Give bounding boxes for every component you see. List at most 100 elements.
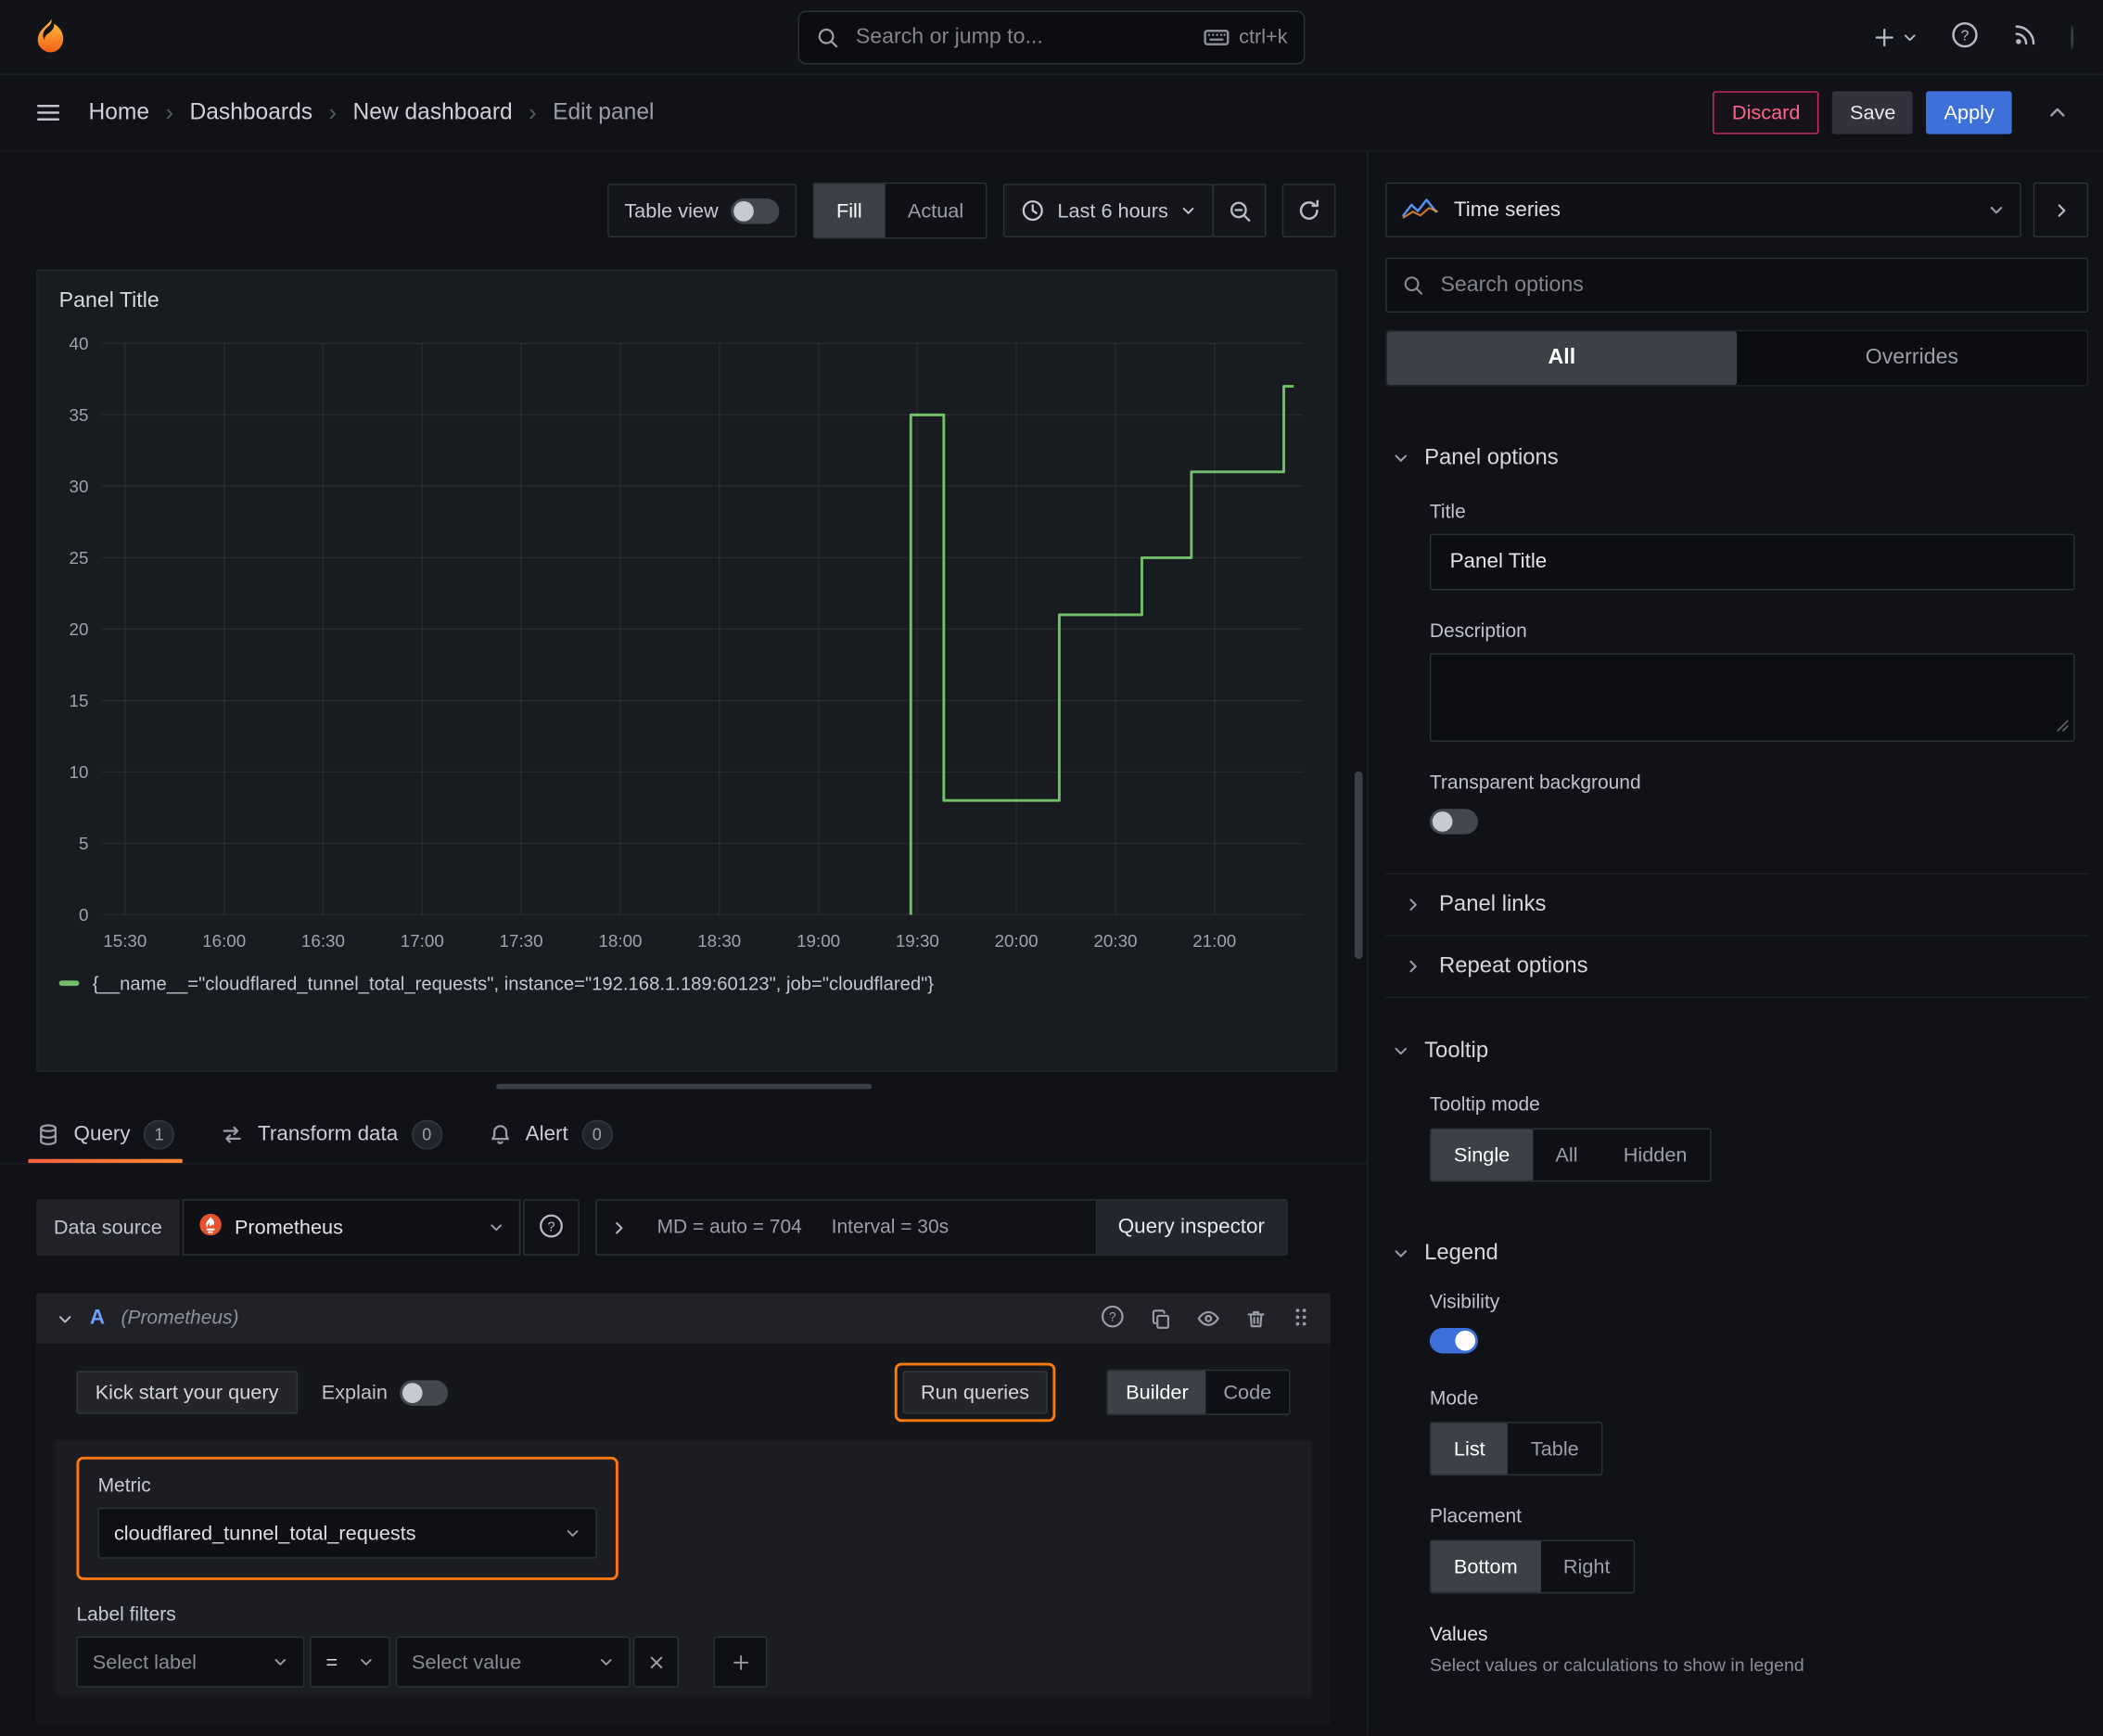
collapse-options-pane-button[interactable] [2033,182,2089,238]
drag-grip-icon [1292,1308,1310,1331]
query-ref-datasource: (Prometheus) [121,1308,239,1330]
tab-query[interactable]: Query 1 [28,1105,184,1164]
svg-text:18:30: 18:30 [697,931,741,951]
drag-query-handle[interactable] [1292,1306,1310,1331]
help-circle-icon: ? [1950,21,1980,54]
tooltip-mode-label: Tooltip mode [1429,1094,1540,1117]
datasource-help-button[interactable]: ? [522,1199,580,1256]
resize-corner-icon[interactable] [2056,715,2069,736]
apply-button[interactable]: Apply [1926,91,2012,134]
description-field[interactable] [1429,653,2075,742]
grafana-logo-icon[interactable] [30,16,71,57]
panel-title-input[interactable] [1447,548,2058,576]
operator-dropdown[interactable]: = [310,1636,390,1688]
tab-transform-data[interactable]: Transform data 0 [221,1105,442,1163]
options-search[interactable] [1385,257,2089,313]
chevron-down-icon [273,1653,288,1669]
hide-query-button[interactable] [1196,1307,1220,1331]
panel-links-section-header[interactable]: Panel links [1385,874,2089,937]
help-button[interactable]: ? [1950,20,1980,54]
breadcrumb-new-dashboard[interactable]: New dashboard [352,99,512,126]
fill-option[interactable]: Fill [813,184,886,238]
breadcrumb-bar: Home › Dashboards › New dashboard › Edit… [0,75,2103,152]
select-label-dropdown[interactable]: Select label [76,1636,305,1688]
panel-preview: Panel Title 15:30 16:00 16:30 17:00 17:30 18:… [36,269,1338,1072]
legend-placement-bottom[interactable]: Bottom [1431,1540,1541,1592]
run-queries-button[interactable]: Run queries [901,1371,1049,1414]
delete-query-button[interactable] [1244,1308,1268,1331]
chevron-down-icon[interactable] [57,1309,74,1327]
options-search-input[interactable] [1437,271,2072,299]
tooltip-section-header[interactable]: Tooltip [1392,1039,2088,1064]
legend-placement-right[interactable]: Right [1540,1541,1633,1592]
collapse-header-button[interactable] [2039,94,2077,131]
legend-mode-table[interactable]: Table [1508,1423,1601,1474]
legend-visibility-toggle[interactable] [1429,1327,1478,1354]
add-filter-button[interactable] [713,1636,768,1688]
label-filters-label: Label filters [76,1603,176,1627]
chevron-down-icon [488,1219,503,1235]
builder-option[interactable]: Builder [1108,1371,1206,1414]
datasource-picker[interactable]: Prometheus [182,1199,521,1256]
save-button[interactable]: Save [1832,91,1914,134]
explain-toggle[interactable] [399,1379,448,1406]
trash-icon [1244,1308,1268,1331]
user-avatar[interactable] [2071,24,2074,49]
query-row-header[interactable]: A (Prometheus) ? [36,1293,1331,1345]
tab-all[interactable]: All [1386,331,1738,386]
news-button[interactable] [2012,21,2039,52]
legend-series-label[interactable]: {__name__="cloudflared_tunnel_total_requ… [93,973,934,994]
new-dropdown-button[interactable] [1872,25,1918,49]
zoom-out-icon [1227,198,1252,223]
panel-resize-handle[interactable] [495,1083,872,1090]
tab-overrides[interactable]: Overrides [1737,331,2087,385]
remove-filter-button[interactable] [632,1636,679,1688]
duplicate-query-button[interactable] [1150,1308,1173,1331]
tooltip-mode-single[interactable]: Single [1431,1129,1533,1181]
table-view-toggle[interactable] [730,198,779,223]
menu-toggle-button[interactable] [27,91,70,134]
bell-icon [488,1122,512,1146]
code-option[interactable]: Code [1206,1371,1289,1413]
panel-title[interactable]: Panel Title [59,285,1315,325]
table-view-control: Table view [606,184,797,238]
global-search[interactable]: ctrl+k [797,9,1306,64]
refresh-button[interactable] [1281,184,1336,238]
legend-section-header[interactable]: Legend [1392,1241,2088,1266]
left-pane-scrollbar[interactable] [1354,771,1363,960]
zoom-out-button[interactable] [1212,184,1267,238]
transparent-background-label: Transparent background [1429,772,1641,795]
actual-option[interactable]: Actual [885,184,986,237]
tooltip-mode-segment: Single All Hidden [1429,1128,1712,1182]
chevron-down-icon [1392,450,1409,467]
query-help-button[interactable]: ? [1100,1304,1125,1334]
discard-button[interactable]: Discard [1713,91,1819,134]
svg-text:?: ? [1109,1310,1116,1324]
chevron-up-icon [2046,102,2068,123]
time-range-picker[interactable]: Last 6 hours [1003,184,1215,238]
legend-series-swatch[interactable] [58,980,80,987]
query-inspector-button[interactable]: Query inspector [1095,1200,1287,1255]
chevron-right-icon[interactable] [610,1219,628,1236]
metric-select[interactable]: cloudflared_tunnel_total_requests [97,1507,597,1559]
breadcrumb-home[interactable]: Home [88,99,149,126]
legend-mode-list[interactable]: List [1431,1423,1509,1474]
breadcrumb-edit-panel: Edit panel [553,99,655,125]
panel-options-section-header[interactable]: Panel options [1392,445,2088,470]
repeat-options-section-header[interactable]: Repeat options [1385,937,2089,999]
tab-alert[interactable]: Alert 0 [488,1105,613,1163]
breadcrumb-dashboards[interactable]: Dashboards [189,99,312,126]
visualization-picker[interactable]: Time series [1385,182,2021,238]
tooltip-mode-all[interactable]: All [1533,1130,1600,1181]
svg-text:40: 40 [70,334,89,353]
avatar-image [2071,24,2074,49]
chart-legend: {__name__="cloudflared_tunnel_total_requ… [58,964,1315,994]
select-value-dropdown[interactable]: Select value [395,1636,631,1688]
tooltip-mode-hidden[interactable]: Hidden [1600,1130,1710,1181]
global-search-input[interactable] [852,23,1190,51]
transparent-background-toggle[interactable] [1429,809,1478,835]
transform-arrows-icon [221,1122,245,1146]
explain-label: Explain [321,1381,388,1404]
kick-start-query-button[interactable]: Kick start your query [76,1371,298,1414]
svg-text:16:00: 16:00 [202,931,246,951]
